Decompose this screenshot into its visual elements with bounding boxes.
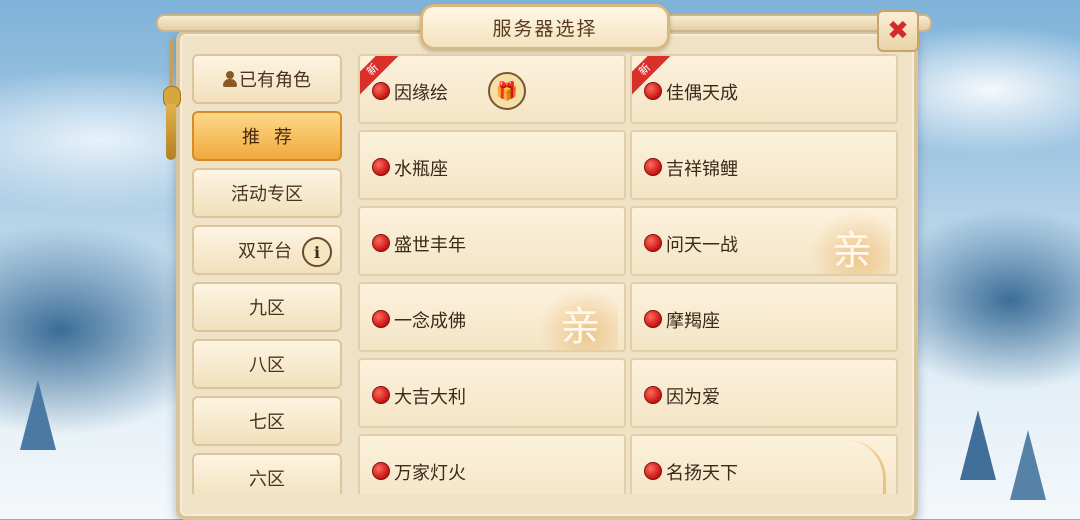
tassel-decoration [160, 40, 182, 160]
server-name: 摩羯座 [666, 311, 720, 332]
status-dot-icon [644, 462, 662, 480]
sidebar-item-label: 推荐 [242, 127, 306, 148]
server-item[interactable]: 万家灯火 [358, 434, 626, 494]
sidebar-item-zone-9[interactable]: 九区 [192, 282, 342, 332]
status-dot-icon [644, 310, 662, 328]
info-icon[interactable]: i [302, 237, 332, 267]
server-name: 盛世丰年 [394, 235, 466, 256]
server-item[interactable]: 吉祥锦鲤 [630, 130, 898, 200]
status-dot-icon [372, 310, 390, 328]
recommend-badge-icon: 亲 [538, 288, 618, 350]
server-name: 因缘绘 [394, 83, 448, 104]
status-dot-icon [644, 386, 662, 404]
sidebar-item-zone-8[interactable]: 八区 [192, 339, 342, 389]
person-icon [223, 71, 237, 87]
server-category-sidebar: 已有角色 推荐 活动专区 双平台 i 九区 八区 七区 六区 [192, 54, 344, 494]
status-dot-icon [372, 386, 390, 404]
sidebar-item-existing-roles[interactable]: 已有角色 [192, 54, 342, 104]
sidebar-item-label: 九区 [249, 298, 285, 319]
server-item[interactable]: 大吉大利 [358, 358, 626, 428]
status-dot-icon [644, 234, 662, 252]
status-dot-icon [644, 158, 662, 176]
server-item[interactable]: 盛世丰年 [358, 206, 626, 276]
sidebar-item-dual-platform[interactable]: 双平台 i [192, 225, 342, 275]
server-item[interactable]: 名扬天下 [630, 434, 898, 494]
server-name: 一念成佛 [394, 311, 466, 332]
sidebar-item-label: 七区 [249, 412, 285, 433]
sidebar-item-label: 八区 [249, 355, 285, 376]
status-dot-icon [372, 158, 390, 176]
pine-tree-decoration [1010, 430, 1046, 500]
server-name: 名扬天下 [666, 463, 738, 484]
status-dot-icon [644, 82, 662, 100]
recommend-badge-icon: 亲 [810, 212, 890, 274]
sidebar-item-label: 活动专区 [231, 184, 303, 205]
sidebar-item-label: 双平台 [238, 241, 292, 262]
server-item[interactable]: 问天一战 亲 [630, 206, 898, 276]
sidebar-item-events[interactable]: 活动专区 [192, 168, 342, 218]
dialog-title: 服务器选择 [492, 17, 598, 40]
server-list: 新 因缘绘 🎁 新 佳偶天成 水瓶座 吉祥锦鲤 盛世丰年 问天一战 亲 一念成佛… [358, 54, 898, 494]
status-dot-icon [372, 234, 390, 252]
sidebar-item-label: 已有角色 [239, 70, 311, 91]
status-dot-icon [372, 462, 390, 480]
server-name: 因为爱 [666, 387, 720, 408]
close-button[interactable]: ✖ [877, 10, 919, 52]
pine-tree-decoration [20, 380, 56, 450]
server-item[interactable]: 新 因缘绘 🎁 [358, 54, 626, 124]
server-item[interactable]: 摩羯座 [630, 282, 898, 352]
server-item[interactable]: 新 佳偶天成 [630, 54, 898, 124]
server-name: 佳偶天成 [666, 83, 738, 104]
server-item[interactable]: 水瓶座 [358, 130, 626, 200]
sidebar-item-zone-6[interactable]: 六区 [192, 453, 342, 494]
sidebar-item-label: 六区 [249, 469, 285, 490]
sidebar-item-recommended[interactable]: 推荐 [192, 111, 342, 161]
server-item[interactable]: 一念成佛 亲 [358, 282, 626, 352]
pine-tree-decoration [960, 410, 996, 480]
server-name: 大吉大利 [394, 387, 466, 408]
close-icon: ✖ [887, 16, 909, 46]
server-name: 吉祥锦鲤 [666, 159, 738, 180]
gift-icon[interactable]: 🎁 [488, 72, 526, 110]
server-name: 水瓶座 [394, 159, 448, 180]
server-item[interactable]: 因为爱 [630, 358, 898, 428]
server-name: 问天一战 [666, 235, 738, 256]
sidebar-item-zone-7[interactable]: 七区 [192, 396, 342, 446]
dialog-title-plate: 服务器选择 [420, 4, 670, 50]
server-name: 万家灯火 [394, 463, 466, 484]
feather-icon [847, 440, 886, 494]
status-dot-icon [372, 82, 390, 100]
